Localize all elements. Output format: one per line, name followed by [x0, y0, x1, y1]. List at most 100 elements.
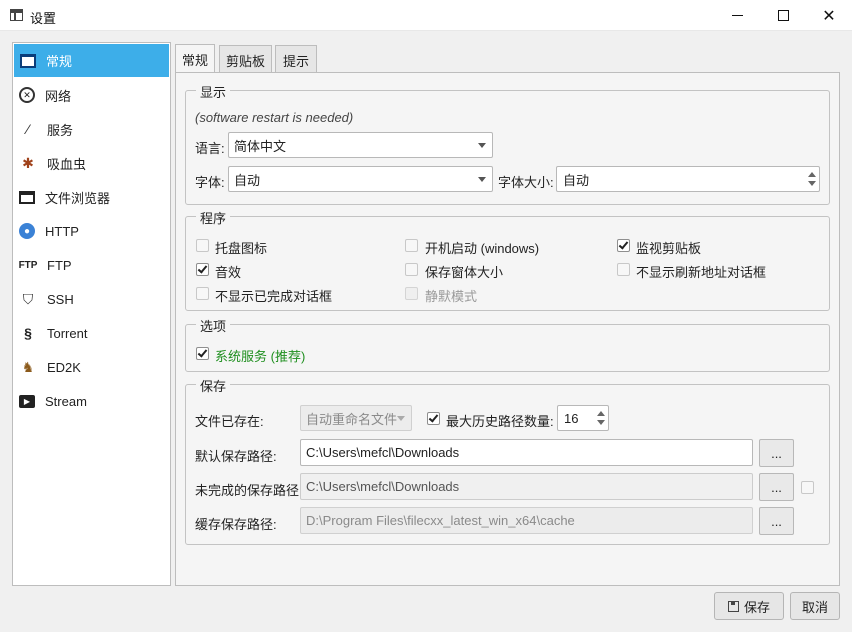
hide-complete-dialog-checkbox[interactable]: [196, 287, 209, 300]
browse-cache-path-button[interactable]: ...: [759, 507, 794, 535]
cache-path-label: 缓存保存路径:: [195, 517, 277, 532]
default-path-input[interactable]: C:\Users\mefcl\Downloads: [300, 439, 753, 466]
chevron-down-icon: [397, 416, 405, 421]
group-title: 选项: [196, 316, 231, 335]
browse-incomplete-path-button[interactable]: ...: [759, 473, 794, 501]
general-icon: [20, 53, 36, 68]
hide-refresh-dialog-label: 不显示刷新地址对话框: [636, 265, 767, 280]
browse-default-path-button[interactable]: ...: [759, 439, 794, 467]
autostart-label: 开机启动 (windows): [425, 241, 540, 256]
sidebar-item-label: 常规: [46, 54, 73, 69]
incomplete-path-checkbox[interactable]: [801, 481, 814, 494]
autostart-checkbox[interactable]: [405, 239, 418, 252]
bug-icon: ✱: [22, 154, 34, 171]
file-exists-select: 自动重命名文件: [300, 405, 412, 431]
sidebar-item-ssh[interactable]: ⛉ SSH: [13, 282, 170, 316]
restart-note: (software restart is needed): [195, 110, 354, 125]
sidebar-item-network[interactable]: ✕ 网络: [13, 78, 170, 112]
sidebar: 常规 ✕ 网络 ⁄ 服务 ✱ 吸血虫 文件浏览器 ● HTTP FTP FTP …: [12, 42, 171, 586]
sidebar-item-label: 吸血虫: [47, 156, 87, 172]
file-exists-label: 文件已存在:: [195, 414, 264, 429]
spin-down-icon[interactable]: [808, 181, 816, 186]
tab-general[interactable]: 常规: [175, 44, 215, 74]
cancel-button[interactable]: 取消: [790, 592, 840, 620]
maximize-icon: [777, 10, 789, 21]
silent-mode-checkbox: [405, 287, 418, 300]
save-button-label: 保存: [743, 599, 770, 615]
font-value: 自动: [234, 172, 261, 188]
system-service-label: 系统服务 (推荐): [215, 349, 306, 364]
sidebar-item-stream[interactable]: ▶ Stream: [13, 384, 170, 418]
tray-icon-label: 托盘图标: [215, 241, 268, 256]
sidebar-item-label: 网络: [45, 88, 72, 104]
maximize-button[interactable]: [760, 0, 806, 31]
save-icon: [727, 600, 739, 612]
spin-up-icon[interactable]: [808, 172, 816, 177]
font-size-value: 自动: [563, 172, 590, 188]
tray-icon-checkbox[interactable]: [196, 239, 209, 252]
language-select[interactable]: 简体中文: [228, 132, 493, 158]
sound-checkbox[interactable]: [196, 263, 209, 276]
font-size-spinner[interactable]: 自动: [556, 166, 820, 192]
sound-label: 音效: [215, 265, 242, 280]
close-button[interactable]: ✕: [806, 0, 852, 31]
sidebar-item-ftp[interactable]: FTP FTP: [13, 248, 170, 282]
monitor-clipboard-checkbox[interactable]: [617, 239, 630, 252]
minimize-button[interactable]: [714, 0, 760, 31]
cache-path-input: D:\Program Files\filecxx_latest_win_x64\…: [300, 507, 753, 534]
hide-refresh-dialog-checkbox[interactable]: [617, 263, 630, 276]
tab-clipboard[interactable]: 剪贴板: [219, 45, 272, 74]
sidebar-item-torrent[interactable]: § Torrent: [13, 316, 170, 350]
max-history-spinner[interactable]: 16: [557, 405, 609, 431]
max-history-checkbox[interactable]: [427, 412, 440, 425]
sidebar-item-label: 服务: [47, 122, 74, 138]
sidebar-item-label: Torrent: [47, 325, 88, 341]
silent-mode-label: 静默模式: [425, 289, 478, 304]
sidebar-item-file-browser[interactable]: 文件浏览器: [13, 180, 170, 214]
app-icon: [10, 9, 23, 21]
sidebar-item-label: HTTP: [45, 223, 79, 239]
save-window-size-checkbox[interactable]: [405, 263, 418, 276]
group-title: 保存: [196, 376, 231, 395]
sidebar-item-general[interactable]: 常规: [14, 44, 169, 77]
spin-down-icon[interactable]: [597, 420, 605, 425]
sidebar-item-http[interactable]: ● HTTP: [13, 214, 170, 248]
save-window-size-label: 保存窗体大小: [425, 265, 504, 280]
globe-icon: ●: [19, 223, 35, 239]
file-exists-value: 自动重命名文件: [306, 411, 398, 427]
sidebar-item-ed2k[interactable]: ♞ ED2K: [13, 350, 170, 384]
close-icon: ✕: [822, 7, 836, 25]
system-service-checkbox[interactable]: [196, 347, 209, 360]
font-size-label: 字体大小:: [498, 175, 554, 190]
hide-complete-dialog-label: 不显示已完成对话框: [215, 289, 333, 304]
stream-icon: ▶: [19, 394, 35, 408]
sidebar-item-label: Stream: [45, 393, 87, 409]
save-button[interactable]: 保存: [714, 592, 784, 620]
window-title: 设置: [30, 11, 57, 26]
wand-icon: ⁄: [26, 121, 30, 137]
sidebar-item-label: ED2K: [47, 359, 81, 375]
network-icon: ✕: [19, 87, 35, 103]
incomplete-path-input[interactable]: C:\Users\mefcl\Downloads: [300, 473, 753, 500]
title-bar: 设置 ✕: [0, 0, 852, 31]
chevron-down-icon: [478, 143, 486, 148]
ftp-icon: FTP: [18, 259, 38, 271]
font-label: 字体:: [195, 175, 225, 190]
font-select[interactable]: 自动: [228, 166, 493, 192]
group-title: 显示: [196, 82, 231, 101]
max-history-value: 16: [564, 410, 579, 426]
sidebar-item-label: SSH: [47, 291, 74, 307]
ed2k-icon: ♞: [21, 358, 35, 375]
folder-icon: [19, 190, 35, 204]
sidebar-item-leech[interactable]: ✱ 吸血虫: [13, 146, 170, 180]
tab-tips[interactable]: 提示: [275, 45, 317, 74]
spin-up-icon[interactable]: [597, 411, 605, 416]
sidebar-item-service[interactable]: ⁄ 服务: [13, 112, 170, 146]
group-title: 程序: [196, 208, 231, 227]
checkmark-icon: [428, 412, 439, 423]
checkmark-icon: [618, 239, 629, 250]
incomplete-path-label: 未完成的保存路径:: [195, 483, 303, 498]
monitor-clipboard-label: 监视剪贴板: [636, 241, 702, 256]
shield-icon: ⛉: [22, 290, 34, 307]
max-history-label: 最大历史路径数量:: [446, 414, 554, 429]
